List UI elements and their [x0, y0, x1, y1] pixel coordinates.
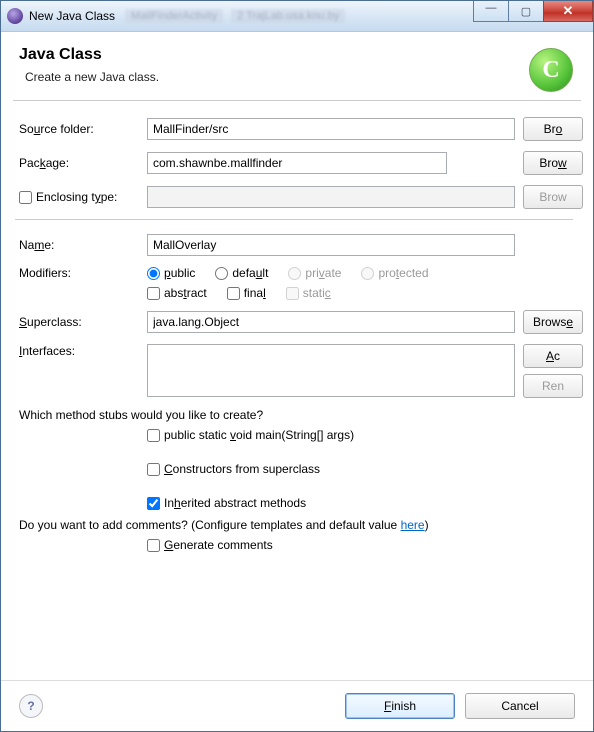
add-interface-button[interactable]: Ac — [523, 344, 583, 368]
eclipse-icon — [7, 8, 23, 24]
interfaces-label: Interfaces: — [19, 344, 139, 358]
package-row: Package: Brow — [19, 151, 593, 175]
modifier-public[interactable]: public — [147, 266, 195, 280]
stub-constructors-option[interactable]: Constructors from superclass — [147, 462, 593, 476]
modifier-protected: protected — [361, 266, 428, 280]
name-input[interactable] — [147, 234, 515, 256]
window-controls: — ▢ ✕ — [474, 1, 593, 22]
stubs-question: Which method stubs would you like to cre… — [19, 408, 593, 422]
finish-button[interactable]: Finish — [345, 693, 455, 719]
enclosing-type-checkbox[interactable] — [19, 191, 32, 204]
dialog-header: Java Class Create a new Java class. C — [1, 32, 593, 100]
interfaces-row: Interfaces: Ac Ren — [19, 344, 593, 398]
close-button[interactable]: ✕ — [543, 1, 593, 22]
dialog-subtitle: Create a new Java class. — [25, 70, 575, 84]
browse-package-button[interactable]: Brow — [523, 151, 583, 175]
modifier-final[interactable]: final — [227, 286, 266, 300]
modifier-static-checkbox — [286, 287, 299, 300]
stub-main-option[interactable]: public static void main(String[] args) — [147, 428, 593, 442]
configure-templates-link[interactable]: here — [401, 518, 425, 532]
help-icon[interactable]: ? — [19, 694, 43, 718]
browse-superclass-button[interactable]: Browse — [523, 310, 583, 334]
modifiers-group: public default private protected — [147, 266, 429, 300]
name-row: Name: — [19, 234, 593, 256]
modifier-default-radio[interactable] — [215, 267, 228, 280]
form-content: Source folder: Bro Package: Brow Encl — [1, 101, 593, 680]
background-tabs: MailFinderActivity 2 TrajLab.usa.knu.by — [125, 9, 345, 23]
stub-constructors-checkbox[interactable] — [147, 463, 160, 476]
class-icon: C — [529, 48, 573, 92]
modifiers-row: Modifiers: public default private — [19, 266, 593, 300]
enclosing-type-label: Enclosing type: — [19, 190, 139, 204]
package-input[interactable] — [147, 152, 447, 174]
source-folder-label: Source folder: — [19, 122, 139, 136]
stub-main-checkbox[interactable] — [147, 429, 160, 442]
modifier-static: static — [286, 286, 331, 300]
enclosing-type-input — [147, 186, 515, 208]
dialog-footer: ? Finish Cancel — [1, 680, 593, 731]
superclass-label: Superclass: — [19, 315, 139, 329]
browse-enclosing-button: Brow — [523, 185, 583, 209]
modifier-abstract[interactable]: abstract — [147, 286, 207, 300]
modifier-default[interactable]: default — [215, 266, 268, 280]
modifiers-label: Modifiers: — [19, 266, 139, 280]
cancel-button[interactable]: Cancel — [465, 693, 575, 719]
modifier-protected-radio — [361, 267, 374, 280]
package-label: Package: — [19, 156, 139, 170]
comments-question: Do you want to add comments? (Configure … — [19, 518, 593, 532]
superclass-input[interactable] — [147, 311, 515, 333]
interfaces-list[interactable] — [147, 344, 515, 397]
source-folder-input[interactable] — [147, 118, 515, 140]
modifier-public-radio[interactable] — [147, 267, 160, 280]
blurred-tab-1: MailFinderActivity — [125, 9, 223, 23]
modifier-private-radio — [288, 267, 301, 280]
new-java-class-dialog: New Java Class MailFinderActivity 2 Traj… — [0, 0, 594, 732]
browse-source-button[interactable]: Bro — [523, 117, 583, 141]
modifier-private: private — [288, 266, 341, 280]
remove-interface-button: Ren — [523, 374, 583, 398]
modifier-abstract-checkbox[interactable] — [147, 287, 160, 300]
minimize-button[interactable]: — — [473, 1, 509, 22]
blurred-tab-2: 2 TrajLab.usa.knu.by — [231, 9, 345, 23]
divider — [15, 219, 573, 220]
name-label: Name: — [19, 238, 139, 252]
dialog-heading: Java Class — [19, 46, 575, 64]
stub-inherited-checkbox[interactable] — [147, 497, 160, 510]
window-title: New Java Class — [29, 9, 115, 23]
maximize-button[interactable]: ▢ — [508, 1, 544, 22]
modifier-final-checkbox[interactable] — [227, 287, 240, 300]
enclosing-type-row: Enclosing type: Brow — [19, 185, 593, 209]
stub-inherited-option[interactable]: Inherited abstract methods — [147, 496, 593, 510]
generate-comments-checkbox[interactable] — [147, 539, 160, 552]
generate-comments-option[interactable]: Generate comments — [147, 538, 593, 552]
source-folder-row: Source folder: Bro — [19, 117, 593, 141]
superclass-row: Superclass: Browse — [19, 310, 593, 334]
titlebar: New Java Class MailFinderActivity 2 Traj… — [1, 1, 593, 32]
